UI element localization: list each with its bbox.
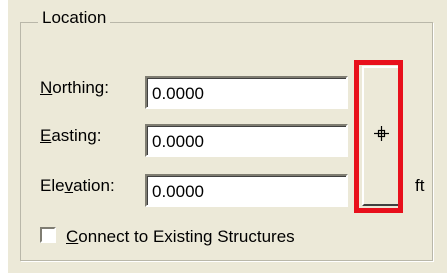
pick-location-button[interactable] (362, 66, 400, 206)
location-group-title: Location (38, 8, 111, 28)
easting-field[interactable]: 0.0000 (145, 124, 348, 157)
connect-checkbox-label[interactable]: Connect to Existing Structures (66, 227, 295, 247)
northing-field[interactable]: 0.0000 (145, 76, 348, 109)
connect-checkbox[interactable] (40, 227, 56, 243)
easting-label: Easting: (40, 126, 102, 145)
elevation-field[interactable]: 0.0000 (145, 174, 348, 207)
elevation-label: Elevation: (40, 176, 115, 195)
northing-label: Northing: (40, 78, 109, 97)
unit-label: ft (415, 176, 425, 195)
crosshair-icon (374, 126, 389, 141)
